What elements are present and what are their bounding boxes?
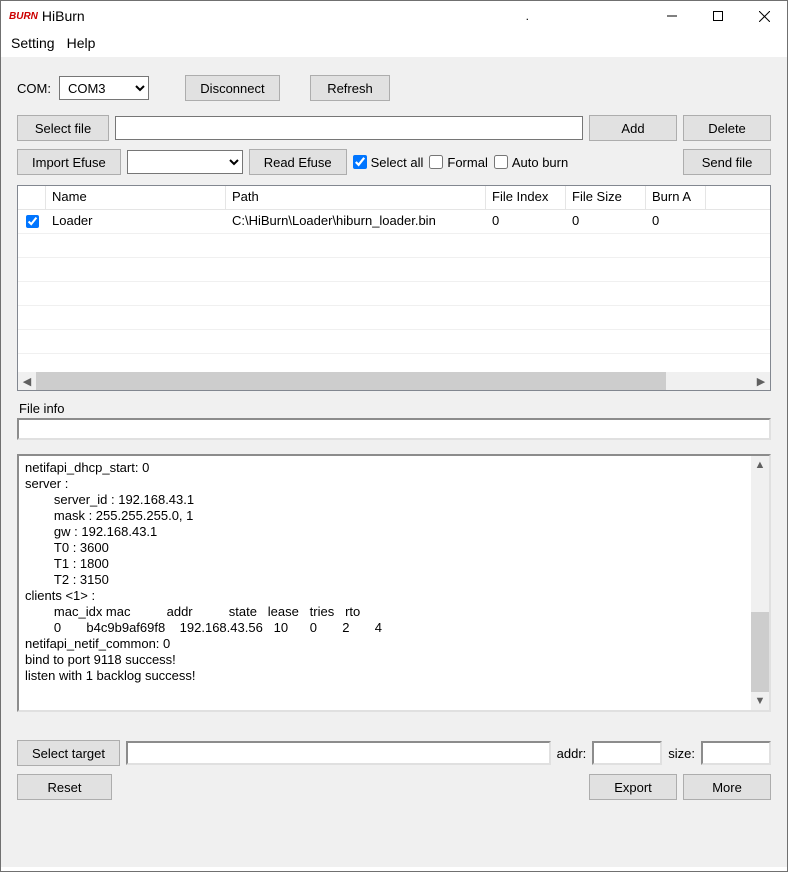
menubar: Setting Help xyxy=(1,31,787,57)
file-path-input[interactable] xyxy=(115,116,583,140)
formal-label: Formal xyxy=(447,155,487,170)
minimize-button[interactable] xyxy=(649,1,695,31)
formal-input[interactable] xyxy=(429,155,443,169)
com-label: COM: xyxy=(17,81,51,96)
com-select[interactable]: COM3 xyxy=(59,76,149,100)
import-efuse-button[interactable]: Import Efuse xyxy=(17,149,121,175)
target-input[interactable] xyxy=(126,741,551,765)
read-efuse-button[interactable]: Read Efuse xyxy=(249,149,347,175)
scroll-up-icon[interactable]: ▲ xyxy=(751,456,769,474)
content-area: COM: COM3 Disconnect Refresh Select file… xyxy=(1,57,787,867)
cell-name: Loader xyxy=(46,210,226,233)
col-path[interactable]: Path xyxy=(226,186,486,209)
addr-label: addr: xyxy=(557,746,587,761)
table-header: Name Path File Index File Size Burn A xyxy=(18,186,770,210)
menu-help[interactable]: Help xyxy=(67,35,96,51)
file-table: Name Path File Index File Size Burn A Lo… xyxy=(17,185,771,391)
send-file-button[interactable]: Send file xyxy=(683,149,771,175)
console-vscrollbar[interactable]: ▲ ▼ xyxy=(751,456,769,710)
minimize-icon xyxy=(667,11,677,21)
file-info-label: File info xyxy=(19,401,771,416)
cell-idx: 0 xyxy=(486,210,566,233)
col-file-index[interactable]: File Index xyxy=(486,186,566,209)
titlebar: BURN HiBurn . xyxy=(1,1,787,31)
scroll-right-icon[interactable]: ▶ xyxy=(752,372,770,390)
cell-size: 0 xyxy=(566,210,646,233)
more-button[interactable]: More xyxy=(683,774,771,800)
titlebar-text: . xyxy=(526,9,649,23)
addr-input[interactable] xyxy=(592,741,662,765)
table-hscrollbar[interactable]: ◀ ▶ xyxy=(18,372,770,390)
scroll-left-icon[interactable]: ◀ xyxy=(18,372,36,390)
close-icon xyxy=(759,11,770,22)
scroll-down-icon[interactable]: ▼ xyxy=(751,692,769,710)
console-output[interactable]: netifapi_dhcp_start: 0 server : server_i… xyxy=(19,456,751,710)
row-checkbox[interactable] xyxy=(26,215,39,228)
vscroll-thumb[interactable] xyxy=(751,612,769,692)
col-name[interactable]: Name xyxy=(46,186,226,209)
auto-burn-input[interactable] xyxy=(494,155,508,169)
window-title: HiBurn xyxy=(42,8,85,24)
maximize-icon xyxy=(713,11,723,21)
cell-path: C:\HiBurn\Loader\hiburn_loader.bin xyxy=(226,210,486,233)
col-burn-addr[interactable]: Burn A xyxy=(646,186,706,209)
hscroll-thumb[interactable] xyxy=(36,372,666,390)
select-all-label: Select all xyxy=(371,155,424,170)
auto-burn-label: Auto burn xyxy=(512,155,568,170)
select-file-button[interactable]: Select file xyxy=(17,115,109,141)
delete-button[interactable]: Delete xyxy=(683,115,771,141)
add-button[interactable]: Add xyxy=(589,115,677,141)
table-row[interactable]: Loader C:\HiBurn\Loader\hiburn_loader.bi… xyxy=(18,210,770,234)
file-info-box xyxy=(17,418,771,440)
auto-burn-checkbox[interactable]: Auto burn xyxy=(494,155,568,170)
export-button[interactable]: Export xyxy=(589,774,677,800)
maximize-button[interactable] xyxy=(695,1,741,31)
close-button[interactable] xyxy=(741,1,787,31)
refresh-button[interactable]: Refresh xyxy=(310,75,390,101)
menu-setting[interactable]: Setting xyxy=(11,35,55,51)
console: netifapi_dhcp_start: 0 server : server_i… xyxy=(17,454,771,712)
reset-button[interactable]: Reset xyxy=(17,774,112,800)
select-all-input[interactable] xyxy=(353,155,367,169)
disconnect-button[interactable]: Disconnect xyxy=(185,75,280,101)
efuse-select[interactable] xyxy=(127,150,243,174)
col-file-size[interactable]: File Size xyxy=(566,186,646,209)
formal-checkbox[interactable]: Formal xyxy=(429,155,487,170)
size-label: size: xyxy=(668,746,695,761)
select-all-checkbox[interactable]: Select all xyxy=(353,155,424,170)
app-logo: BURN xyxy=(9,11,38,22)
size-input[interactable] xyxy=(701,741,771,765)
cell-burn: 0 xyxy=(646,210,706,233)
select-target-button[interactable]: Select target xyxy=(17,740,120,766)
